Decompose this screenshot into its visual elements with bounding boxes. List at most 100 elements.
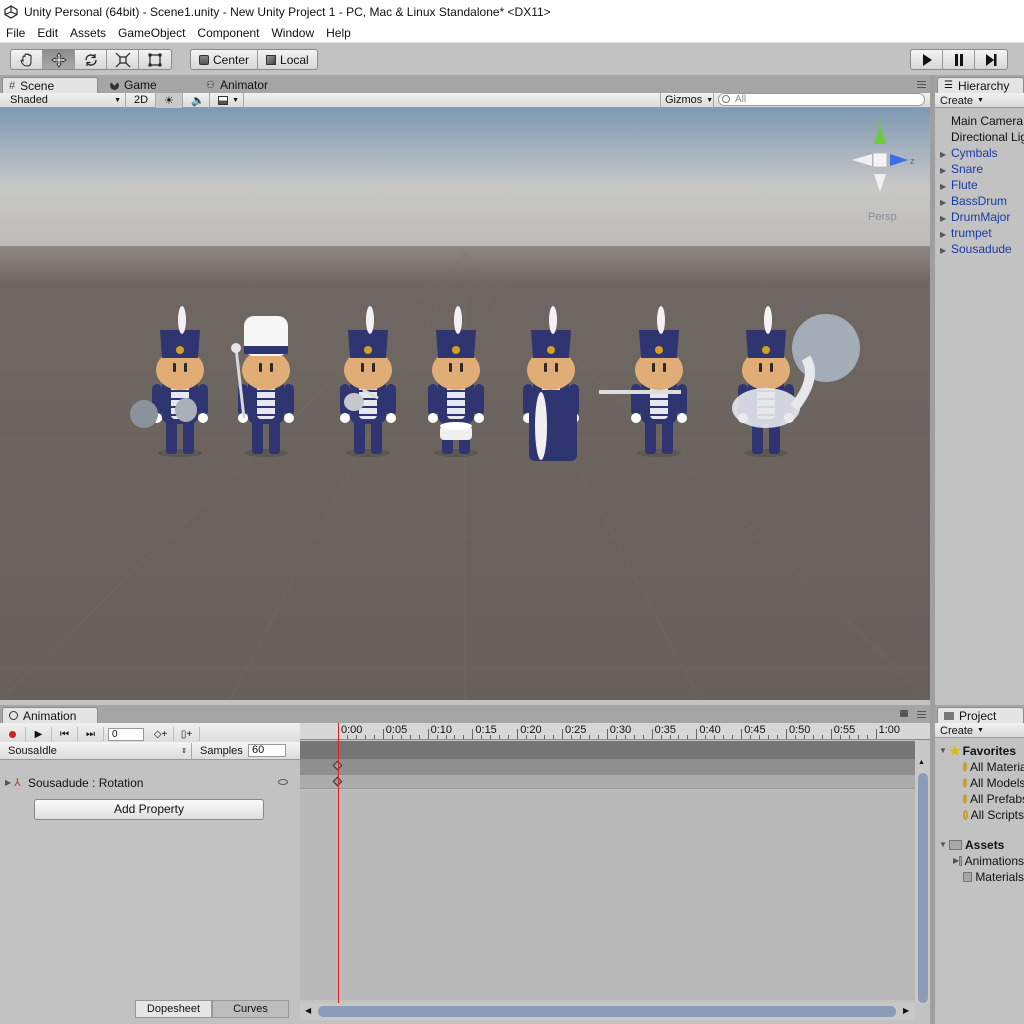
next-keyframe-button[interactable]: ⏭ [78, 727, 104, 741]
mode-2d-toggle[interactable]: 2D [126, 92, 156, 108]
add-keyframe-button[interactable]: ◇+ [148, 727, 174, 741]
tab-hierarchy[interactable]: ☰ Hierarchy [937, 77, 1024, 93]
rect-tool-button[interactable] [139, 50, 171, 69]
favorite-item[interactable]: All Materials [935, 759, 1024, 775]
preview-play-button[interactable]: ▶ [26, 727, 52, 741]
hierarchy-item[interactable]: ▶ Flute [935, 177, 1024, 193]
expand-arrow-icon[interactable]: ▶ [935, 227, 951, 241]
expand-arrow-icon[interactable]: ▶ [935, 211, 951, 225]
menu-component[interactable]: Component [191, 26, 265, 40]
tab-project[interactable]: Project [937, 707, 1024, 723]
hand-tool-button[interactable] [11, 50, 43, 69]
expand-arrow-icon[interactable]: ▶ [935, 243, 951, 257]
tab-game[interactable]: Game [104, 77, 194, 93]
tab-animator[interactable]: ⚇ Animator [200, 77, 290, 93]
scroll-right-arrow-icon[interactable]: ▶ [903, 1006, 909, 1015]
clip-dropdown[interactable]: SousaIdle ⇕ [0, 742, 192, 759]
timeline-horizontal-scrollbar[interactable]: ◀ ▶ [300, 1003, 915, 1020]
time-ruler[interactable]: 0:00 0:05 0:10 0:15 0:20 0:25 0:30 0:35 0:40 0:45… [300, 723, 930, 740]
gizmo-y-label: y [877, 117, 882, 128]
pivot-local-toggle[interactable]: Local [258, 50, 317, 69]
expand-arrow-icon[interactable]: ▶ [935, 147, 951, 161]
scale-tool-button[interactable] [107, 50, 139, 69]
shading-mode-dropdown[interactable]: Shaded ▼ [0, 92, 126, 108]
lock-icon[interactable] [900, 710, 908, 717]
hierarchy-item[interactable]: ▶ DrumMajor [935, 209, 1024, 225]
menu-assets[interactable]: Assets [64, 26, 112, 40]
move-tool-button[interactable] [43, 50, 75, 69]
ruler-minor-tick [364, 735, 366, 739]
pause-button[interactable] [943, 50, 975, 69]
menu-gameobject[interactable]: GameObject [112, 26, 191, 40]
expand-arrow-icon[interactable]: ▶ [0, 778, 14, 787]
window-title: Unity Personal (64bit) - Scene1.unity - … [24, 4, 551, 19]
asset-folder[interactable]: ▶ Animations [935, 853, 1024, 869]
hierarchy-item[interactable]: ▶ Cymbals [935, 145, 1024, 161]
scroll-left-arrow-icon[interactable]: ◀ [305, 1006, 311, 1015]
folder-tab-icon [944, 711, 954, 720]
scroll-up-arrow-icon[interactable]: ▲ [918, 759, 925, 766]
menu-edit[interactable]: Edit [31, 26, 64, 40]
effects-dropdown[interactable]: ▼ [210, 92, 244, 108]
hand-icon [19, 52, 31, 67]
tab-scene[interactable]: # Scene [2, 77, 98, 93]
horizontal-scroll-thumb[interactable] [318, 1006, 896, 1017]
hierarchy-create-button[interactable]: Create ▼ [940, 94, 984, 107]
prev-keyframe-button[interactable]: ⏮ [52, 727, 78, 741]
hierarchy-item[interactable]: Directional Light [935, 129, 1024, 145]
hierarchy-item[interactable]: ▶ Sousadude [935, 241, 1024, 257]
ruler-minor-tick [454, 735, 456, 739]
ruler-tick [786, 729, 787, 739]
hierarchy-item[interactable]: ▶ Snare [935, 161, 1024, 177]
timeline-vertical-scrollbar[interactable]: ▲ [915, 741, 930, 1003]
hierarchy-item[interactable]: ▶ BassDrum [935, 193, 1024, 209]
gizmos-label: Gizmos [665, 94, 703, 106]
favorite-item[interactable]: All Scripts [935, 807, 1024, 823]
scene-search-input[interactable]: All [718, 93, 925, 106]
curves-tab[interactable]: Curves [212, 1000, 289, 1018]
menu-window[interactable]: Window [265, 26, 320, 40]
frame-input[interactable]: 0 [108, 727, 144, 741]
rotate-icon [84, 53, 97, 66]
play-button[interactable] [911, 50, 943, 69]
samples-input[interactable]: 60 [248, 744, 286, 757]
gizmos-dropdown[interactable]: Gizmos ▼ [660, 92, 714, 108]
project-create-button[interactable]: Create ▼ [940, 724, 984, 737]
expand-arrow-icon[interactable]: ▶ [935, 179, 951, 193]
expand-arrow-icon[interactable]: ▶ [935, 195, 951, 209]
record-button[interactable] [0, 727, 26, 741]
rotate-tool-button[interactable] [75, 50, 107, 69]
hierarchy-item[interactable]: ▶ trumpet [935, 225, 1024, 241]
audio-toggle[interactable]: 🔈 [183, 92, 210, 108]
panel-menu-icon[interactable] [917, 711, 926, 718]
menu-file[interactable]: File [0, 26, 31, 40]
scene-toolbar: Shaded ▼ 2D ☀ 🔈 ▼ Gizmos ▼ All [0, 92, 930, 108]
step-button[interactable] [975, 50, 1007, 69]
playhead[interactable] [338, 723, 339, 1004]
orientation-gizmo[interactable]: y z Persp [840, 116, 920, 226]
dopesheet-area[interactable] [300, 790, 915, 1000]
prev-keyframe-icon: ⏮ [60, 728, 69, 740]
ruler-minor-tick [812, 735, 814, 739]
favorite-item[interactable]: All Prefabs [935, 791, 1024, 807]
expand-arrow-icon[interactable]: ▶ [935, 163, 951, 177]
favorites-header[interactable]: ▼ ★ Favorites [935, 743, 1024, 759]
hierarchy-item[interactable]: Main Camera [935, 113, 1024, 129]
dopesheet-tab[interactable]: Dopesheet [135, 1000, 212, 1018]
assets-header[interactable]: ▼ Assets [935, 837, 1024, 853]
property-options-icon[interactable] [278, 779, 288, 785]
panel-menu-icon[interactable] [917, 81, 926, 88]
menu-help[interactable]: Help [320, 26, 357, 40]
lighting-toggle[interactable]: ☀ [156, 92, 183, 108]
favorite-item[interactable]: All Models [935, 775, 1024, 791]
add-event-button[interactable]: ▯+ [174, 727, 200, 741]
pivot-center-toggle[interactable]: Center [191, 50, 259, 69]
project-panel: Project Create ▼ ▼ ★ Favorites All Mater… [935, 705, 1024, 1024]
add-property-button[interactable]: Add Property [34, 799, 264, 820]
property-row[interactable]: ▶ ⅄ Sousadude : Rotation [0, 774, 300, 791]
scene-viewport[interactable]: y z Persp [0, 108, 930, 700]
tab-animation[interactable]: Animation [2, 707, 98, 723]
vertical-scroll-thumb[interactable] [918, 773, 928, 1003]
asset-folder[interactable]: Materials [935, 869, 1024, 885]
animation-timeline[interactable]: 0:00 0:05 0:10 0:15 0:20 0:25 0:30 0:35 0:40 0:45… [300, 723, 930, 1024]
